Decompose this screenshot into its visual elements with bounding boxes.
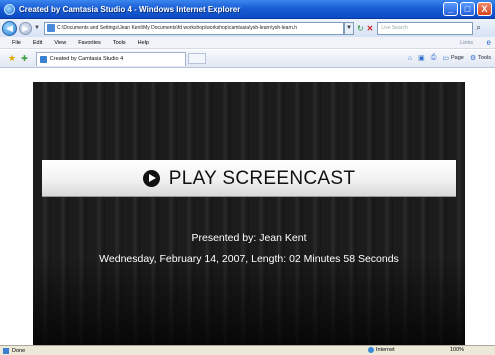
security-zone: Internet — [368, 347, 395, 353]
play-label: PLAY SCREENCAST — [168, 167, 356, 189]
links-button[interactable]: Links — [460, 40, 473, 46]
page-menu-button[interactable]: ▭ Page — [442, 54, 463, 62]
play-screencast-button[interactable]: PLAY SCREENCAST — [42, 160, 456, 197]
date-length-text: Wednesday, February 14, 2007, Length: 02… — [99, 253, 399, 265]
done-page-icon — [3, 347, 9, 354]
globe-icon — [368, 347, 374, 353]
print-icon[interactable]: ⎙ — [431, 54, 437, 62]
search-input[interactable]: Live Search — [377, 21, 474, 35]
screencast-player: PLAY SCREENCAST Presented by: Jean Kent … — [33, 82, 465, 345]
ie-logo-icon: e — [486, 38, 491, 47]
search-icon[interactable]: ⌕ — [476, 23, 480, 33]
command-bar: ★ ✚ Created by Camtasia Studio 4 ⌂ ▣ ⎙ ▭… — [0, 50, 495, 68]
refresh-icon[interactable]: ↻ — [357, 24, 364, 33]
page-content: PLAY SCREENCAST Presented by: Jean Kent … — [0, 69, 495, 345]
back-button[interactable]: ◀ — [2, 20, 17, 36]
command-tools: ⌂ ▣ ⎙ ▭ Page ⚙ Tools — [408, 54, 491, 62]
favorites-star-icon[interactable]: ★ — [8, 53, 16, 64]
page-menu-icon: ▭ — [442, 55, 450, 62]
address-input[interactable]: C:\Documents and Settings\Jean Kent\My D… — [43, 21, 344, 35]
menu-view[interactable]: View — [54, 40, 66, 46]
presenter-text: Presented by: Jean Kent — [191, 232, 307, 244]
minimize-button[interactable]: _ — [443, 2, 458, 16]
stop-icon[interactable]: ✕ — [367, 24, 374, 33]
zone-label: Internet — [376, 347, 395, 353]
home-icon[interactable]: ⌂ — [408, 54, 412, 62]
zoom-level[interactable]: 100% — [450, 347, 464, 353]
tab-current[interactable]: Created by Camtasia Studio 4 — [35, 51, 186, 66]
window-controls: _ □ X — [443, 2, 492, 16]
menu-favorites[interactable]: Favorites — [78, 40, 101, 46]
close-button[interactable]: X — [477, 2, 492, 16]
address-dropdown-button[interactable]: ▼ — [343, 21, 354, 35]
recent-pages-chevron-icon[interactable]: ▼ — [34, 25, 40, 31]
window-title-bar: Created by Camtasia Studio 4 - Windows I… — [0, 0, 495, 19]
feeds-icon[interactable]: ▣ — [418, 54, 425, 62]
window-title: Created by Camtasia Studio 4 - Windows I… — [19, 4, 241, 14]
tools-gear-icon: ⚙ — [469, 55, 477, 62]
tools-menu-button[interactable]: ⚙ Tools — [470, 54, 491, 62]
new-tab-button[interactable] — [187, 53, 206, 64]
address-url: C:\Documents and Settings\Jean Kent\My D… — [56, 25, 298, 31]
navigation-bar: ◀ ▶ ▼ C:\Documents and Settings\Jean Ken… — [0, 19, 495, 37]
play-icon — [142, 170, 160, 187]
menu-tools[interactable]: Tools — [113, 40, 126, 46]
page-icon — [46, 24, 55, 32]
status-bar: Done Internet 100% — [0, 345, 495, 355]
maximize-button[interactable]: □ — [460, 2, 475, 16]
tab-label: Created by Camtasia Studio 4 — [49, 56, 124, 62]
forward-button[interactable]: ▶ — [19, 21, 32, 35]
ie-icon — [4, 3, 15, 15]
menu-help[interactable]: Help — [138, 40, 149, 46]
menu-edit[interactable]: Edit — [33, 40, 42, 46]
tab-page-icon — [39, 55, 47, 63]
menu-bar: File Edit View Favorites Tools Help Link… — [0, 37, 495, 49]
add-favorites-icon[interactable]: ✚ — [21, 54, 28, 63]
menu-file[interactable]: File — [12, 40, 21, 46]
status-text: Done — [12, 347, 26, 354]
